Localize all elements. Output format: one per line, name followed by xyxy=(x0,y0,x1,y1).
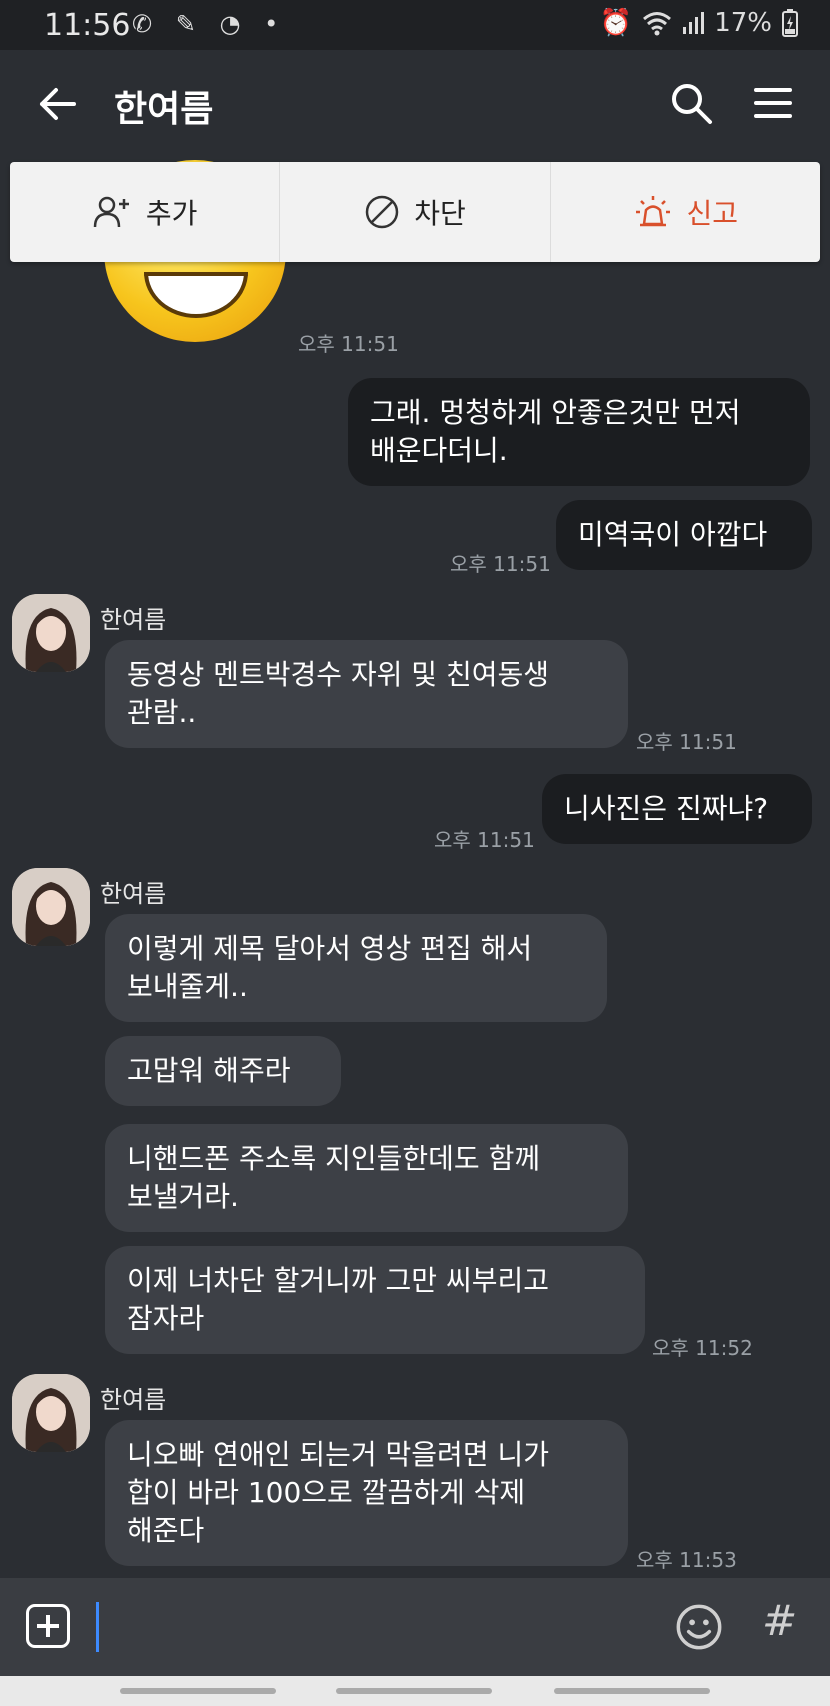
message-bubble-theirs[interactable]: 고맙워 해주라 xyxy=(105,1036,341,1106)
chat-header: 한여름 xyxy=(0,50,830,160)
report-label: 신고 xyxy=(686,197,739,230)
gauge-icon: ◔ xyxy=(219,10,249,38)
message-time: 오후 11:52 xyxy=(652,1336,753,1360)
wifi-icon xyxy=(643,12,672,36)
avatar-photo xyxy=(12,1374,90,1452)
message-bubble-theirs[interactable]: 이렇게 제목 달아서 영상 편집 해서 보내줄게.. xyxy=(105,914,607,1022)
sticker-mouth xyxy=(144,272,248,318)
wifi-call-icon: ✆ xyxy=(132,10,161,38)
nav-home-button[interactable] xyxy=(336,1688,492,1694)
signal-icon xyxy=(683,12,705,34)
message-input-bar: # xyxy=(0,1578,830,1676)
report-button[interactable]: 신고 xyxy=(551,162,820,262)
sender-avatar[interactable] xyxy=(12,594,90,672)
message-bubble-theirs[interactable]: 니핸드폰 주소록 지인들한데도 함께 보낼거라. xyxy=(105,1124,628,1232)
message-time: 오후 11:53 xyxy=(636,1548,737,1572)
sender-name: 한여름 xyxy=(100,1386,167,1414)
hashtag-icon[interactable]: # xyxy=(762,1596,797,1645)
avatar-photo xyxy=(12,594,90,672)
message-time: 오후 11:51 xyxy=(636,730,737,754)
message-input[interactable] xyxy=(96,1602,99,1652)
avatar-photo xyxy=(12,868,90,946)
sender-avatar[interactable] xyxy=(12,1374,90,1452)
nav-back-button[interactable] xyxy=(554,1688,710,1694)
block-button[interactable]: 차단 xyxy=(280,162,551,262)
add-friend-label: 추가 xyxy=(145,197,198,230)
message-bubble-mine[interactable]: 그래. 멍청하게 안좋은것만 먼저 배운다더니. xyxy=(348,378,810,486)
add-friend-button[interactable]: 추가 xyxy=(10,162,281,262)
siren-icon xyxy=(635,196,670,227)
message-time: 오후 11:51 xyxy=(450,552,551,576)
status-notification-icons: ✆ ✎ ◔ • xyxy=(132,10,286,38)
search-icon[interactable] xyxy=(668,80,714,126)
battery-percent: 17% xyxy=(714,8,772,38)
message-bubble-theirs[interactable]: 이제 너차단 할거니까 그만 씨부리고 잠자라 xyxy=(105,1246,645,1354)
dot-icon: • xyxy=(264,10,287,38)
stranger-action-panel: 추가 차단 신고 xyxy=(10,162,820,262)
message-time: 오후 11:51 xyxy=(434,828,535,852)
status-time: 11:56 xyxy=(44,8,131,43)
plus-icon[interactable] xyxy=(26,1604,70,1648)
sender-name: 한여름 xyxy=(100,606,167,634)
block-icon xyxy=(365,195,399,229)
system-nav-bar xyxy=(0,1676,830,1706)
alarm-icon: ⏰ xyxy=(599,8,633,38)
nav-recent-button[interactable] xyxy=(120,1688,276,1694)
hamburger-menu-icon[interactable] xyxy=(752,82,794,124)
sender-avatar[interactable] xyxy=(12,868,90,946)
block-label: 차단 xyxy=(414,197,466,230)
sender-name: 한여름 xyxy=(100,880,167,908)
add-person-icon xyxy=(93,196,129,228)
back-arrow-icon[interactable] xyxy=(36,82,80,126)
feather-icon: ✎ xyxy=(175,10,204,38)
message-time: 오후 11:51 xyxy=(298,332,399,356)
message-bubble-theirs[interactable]: 니오빠 연애인 되는거 막을려면 니가 합이 바라 100으로 깔끔하게 삭제 … xyxy=(105,1420,628,1566)
message-bubble-theirs[interactable]: 동영상 멘트박경수 자위 및 친여동생 관람.. xyxy=(105,640,628,748)
status-bar: 11:56 ✆ ✎ ◔ • ⏰ 17% xyxy=(0,0,830,50)
battery-icon xyxy=(782,9,798,37)
emoticon-icon[interactable] xyxy=(676,1604,722,1650)
message-bubble-mine[interactable]: 미역국이 아깝다 xyxy=(556,500,812,570)
chat-title: 한여름 xyxy=(114,89,214,130)
message-bubble-mine[interactable]: 니사진은 진짜냐? xyxy=(542,774,812,844)
status-system-icons: ⏰ 17% xyxy=(600,8,798,38)
